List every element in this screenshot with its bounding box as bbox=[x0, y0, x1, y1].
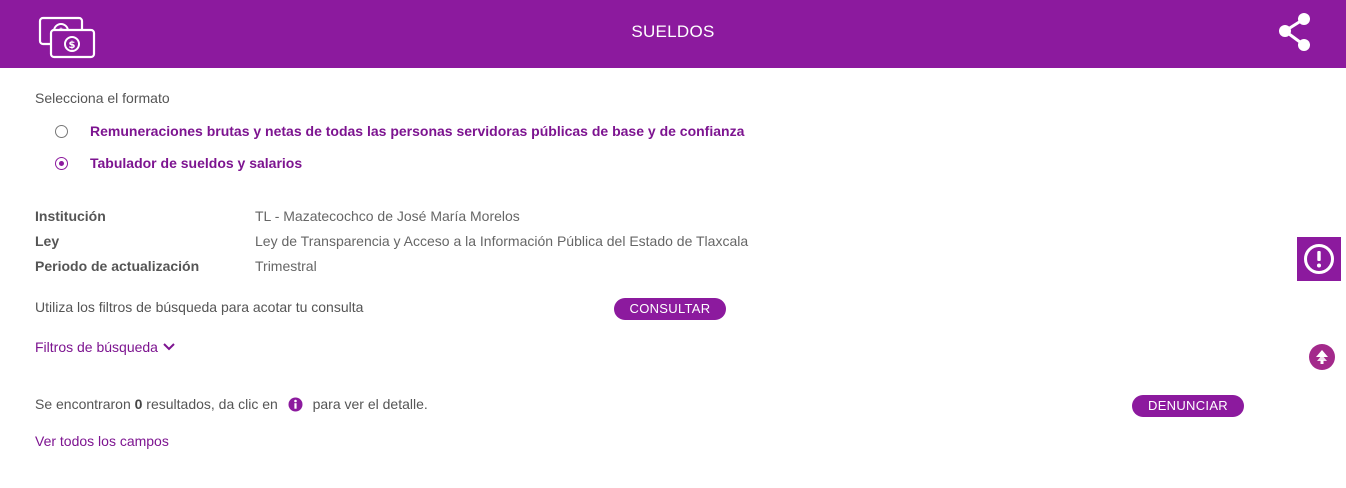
app-header: $ $ SUELDOS bbox=[0, 0, 1346, 68]
consult-button[interactable]: CONSULTAR bbox=[614, 298, 726, 320]
info-key-institucion: Institución bbox=[35, 208, 106, 224]
results-prefix: Se encontraron bbox=[35, 396, 135, 412]
format-option-tabulador[interactable]: Tabulador de sueldos y salarios bbox=[55, 153, 302, 173]
view-all-fields-link[interactable]: Ver todos los campos bbox=[35, 433, 169, 449]
search-filters-label: Filtros de búsqueda bbox=[35, 339, 158, 355]
info-value-institucion: TL - Mazatecochco de José María Morelos bbox=[255, 208, 520, 224]
search-hint: Utiliza los filtros de búsqueda para aco… bbox=[35, 299, 364, 315]
radio-remuneraciones[interactable] bbox=[55, 124, 68, 138]
scroll-top-button[interactable] bbox=[1309, 344, 1335, 370]
scroll-up-icon bbox=[1316, 350, 1328, 364]
results-count: 0 bbox=[134, 396, 143, 412]
info-icon bbox=[288, 397, 303, 411]
results-middle: resultados, da clic en bbox=[142, 396, 282, 412]
share-icon[interactable] bbox=[1276, 12, 1312, 52]
format-option-label: Tabulador de sueldos y salarios bbox=[90, 155, 303, 171]
results-suffix: para ver el detalle. bbox=[308, 396, 428, 412]
info-value-ley: Ley de Transparencia y Acceso a la Infor… bbox=[255, 233, 749, 249]
report-button[interactable]: DENUNCIAR bbox=[1132, 395, 1244, 417]
radio-tabulador[interactable] bbox=[55, 156, 68, 170]
alert-button[interactable] bbox=[1297, 237, 1341, 281]
search-filters-toggle[interactable]: Filtros de búsqueda bbox=[35, 339, 176, 355]
info-key-ley: Ley bbox=[35, 233, 60, 249]
chevron-down-icon bbox=[163, 343, 175, 351]
format-option-label: Remuneraciones brutas y netas de todas l… bbox=[90, 123, 745, 139]
info-key-periodo: Periodo de actualización bbox=[35, 258, 200, 274]
info-value-periodo: Trimestral bbox=[255, 258, 317, 274]
format-option-remuneraciones[interactable]: Remuneraciones brutas y netas de todas l… bbox=[55, 121, 744, 141]
page-title: SUELDOS bbox=[631, 22, 715, 41]
exclamation-circle-icon bbox=[1304, 244, 1334, 274]
format-label: Selecciona el formato bbox=[35, 90, 170, 106]
results-summary: Se encontraron 0 resultados, da clic en … bbox=[35, 396, 428, 412]
